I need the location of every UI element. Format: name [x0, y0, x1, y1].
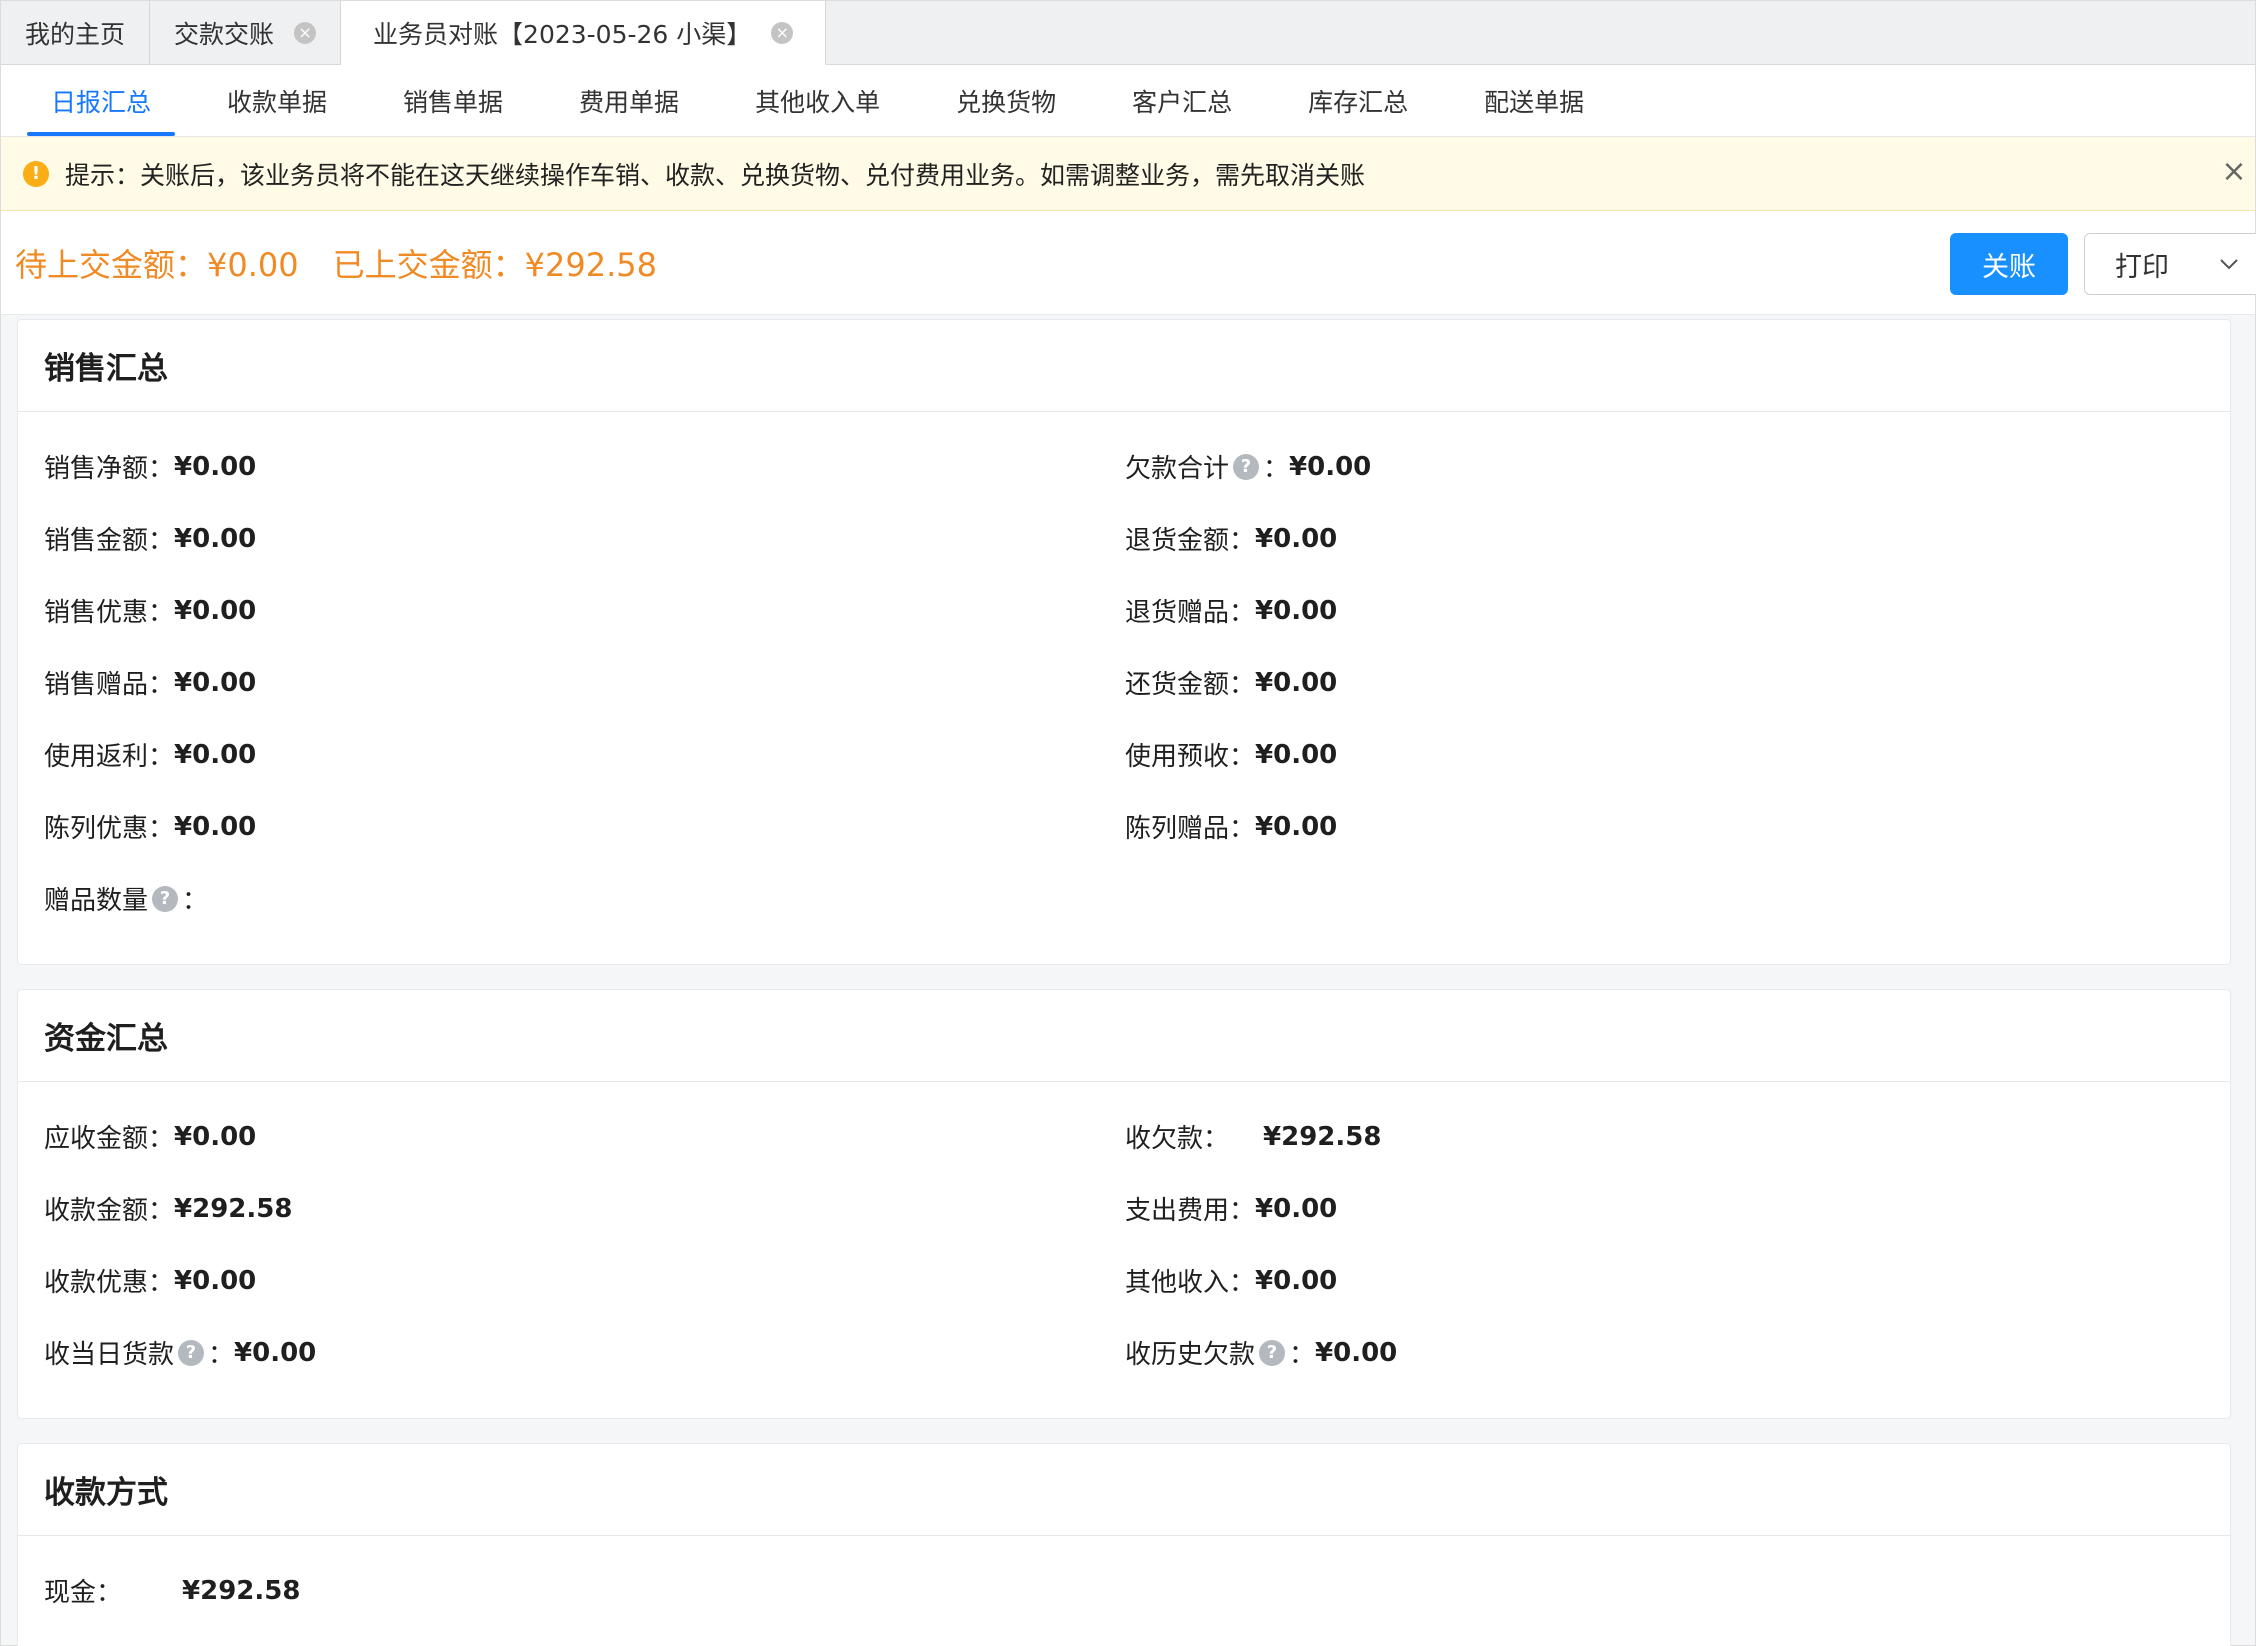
- subtab-other-income[interactable]: 其他收入单: [731, 65, 904, 136]
- print-button[interactable]: 打印: [2084, 233, 2200, 295]
- tab-label: 我的主页: [25, 19, 126, 49]
- tab-label: 业务员对账【2023-05-26 小渠】: [373, 19, 752, 49]
- historical-debt-row: 收历史欠款 ? ： ¥0.00: [1125, 1337, 1398, 1371]
- subtab-sales-docs[interactable]: 销售单据: [379, 65, 527, 136]
- gift-quantity-row: 赠品数量 ? ：: [44, 885, 209, 916]
- sales-discount-row: 销售优惠： ¥0.00: [44, 595, 257, 629]
- sales-net-row: 销售净额： ¥0.00: [44, 451, 257, 485]
- rebate-used-row: 使用返利： ¥0.00: [44, 739, 257, 773]
- funds-summary-card: 资金汇总 应收金额： ¥0.00 收款金额： ¥292.58 收款优惠： ¥0.00 …: [17, 989, 2231, 1419]
- summary-bar: 待上交金额：¥0.00 已上交金额：¥292.58 关账 打印: [1, 211, 2256, 315]
- sales-summary-card: 销售汇总 销售净额： ¥0.00 销售金额： ¥0.00 销售优惠： ¥0.00 销售…: [17, 319, 2231, 965]
- help-icon[interactable]: ?: [152, 885, 179, 912]
- display-discount-row: 陈列优惠： ¥0.00: [44, 811, 257, 845]
- subtab-inventory-summary[interactable]: 库存汇总: [1284, 65, 1432, 136]
- help-icon[interactable]: ?: [1259, 1339, 1286, 1366]
- tab-salesman-reconciliation[interactable]: 业务员对账【2023-05-26 小渠】 ×: [341, 1, 827, 65]
- total-debt-row: 欠款合计 ? ： ¥0.00: [1125, 451, 1372, 485]
- card-title: 收款方式: [18, 1444, 2230, 1536]
- close-icon[interactable]: ×: [294, 21, 317, 44]
- goods-repay-row: 还货金额： ¥0.00: [1125, 667, 1338, 701]
- receivable-row: 应收金额： ¥0.00: [44, 1121, 257, 1155]
- help-icon[interactable]: ?: [1233, 453, 1260, 480]
- help-icon[interactable]: ?: [178, 1339, 205, 1366]
- prepaid-used-row: 使用预收： ¥0.00: [1125, 739, 1338, 773]
- print-dropdown-button[interactable]: [2199, 233, 2256, 295]
- received-amount-row: 收款金额： ¥292.58: [44, 1193, 293, 1227]
- chevron-down-icon: [2219, 259, 2238, 270]
- subtab-exchange-goods[interactable]: 兑换货物: [932, 65, 1080, 136]
- alert-text: 提示：关账后，该业务员将不能在这天继续操作车销、收款、兑换货物、兑付费用业务。如…: [65, 160, 1366, 190]
- return-amount-row: 退货金额： ¥0.00: [1125, 523, 1338, 557]
- subtab-delivery-docs[interactable]: 配送单据: [1460, 65, 1608, 136]
- other-income-row: 其他收入： ¥0.00: [1125, 1265, 1338, 1299]
- same-day-payment-row: 收当日货款 ? ： ¥0.00: [44, 1337, 317, 1371]
- cash-row: 现金： ¥292.58: [44, 1575, 301, 1609]
- sales-gift-row: 销售赠品： ¥0.00: [44, 667, 257, 701]
- sub-tab-bar: 日报汇总 收款单据 销售单据 费用单据 其他收入单 兑换货物 客户汇总 库存汇总…: [1, 65, 2255, 137]
- warning-alert: ! 提示：关账后，该业务员将不能在这天继续操作车销、收款、兑换货物、兑付费用业务…: [1, 137, 2255, 211]
- expense-row: 支出费用： ¥0.00: [1125, 1193, 1338, 1227]
- card-title: 销售汇总: [18, 320, 2230, 412]
- payment-method-card: 收款方式 现金： ¥292.58: [17, 1443, 2231, 1646]
- tab-home[interactable]: 我的主页: [1, 1, 151, 64]
- close-icon[interactable]: ×: [771, 21, 794, 44]
- close-account-button[interactable]: 关账: [1950, 233, 2068, 295]
- app-window: 我的主页 交款交账 × 业务员对账【2023-05-26 小渠】 × 日报汇总 …: [0, 0, 2256, 1646]
- subtab-expense-docs[interactable]: 费用单据: [555, 65, 703, 136]
- sales-amount-row: 销售金额： ¥0.00: [44, 523, 257, 557]
- subtab-receipts[interactable]: 收款单据: [203, 65, 351, 136]
- warning-icon: !: [23, 160, 49, 187]
- tab-label: 交款交账: [174, 19, 275, 49]
- debt-collected-row: 收欠款： ¥292.58: [1125, 1121, 1382, 1155]
- top-tab-bar: 我的主页 交款交账 × 业务员对账【2023-05-26 小渠】 ×: [1, 1, 2255, 65]
- card-title: 资金汇总: [18, 990, 2230, 1082]
- display-gift-row: 陈列赠品： ¥0.00: [1125, 811, 1338, 845]
- submitted-amount: 已上交金额：¥292.58: [332, 245, 657, 284]
- subtab-customer-summary[interactable]: 客户汇总: [1108, 65, 1256, 136]
- tab-payment-handover[interactable]: 交款交账 ×: [150, 1, 342, 64]
- receipt-discount-row: 收款优惠： ¥0.00: [44, 1265, 257, 1299]
- pending-amount: 待上交金额：¥0.00: [15, 245, 299, 284]
- close-icon[interactable]: ×: [2219, 157, 2249, 187]
- subtab-daily-summary[interactable]: 日报汇总: [27, 65, 176, 136]
- return-gift-row: 退货赠品： ¥0.00: [1125, 595, 1338, 629]
